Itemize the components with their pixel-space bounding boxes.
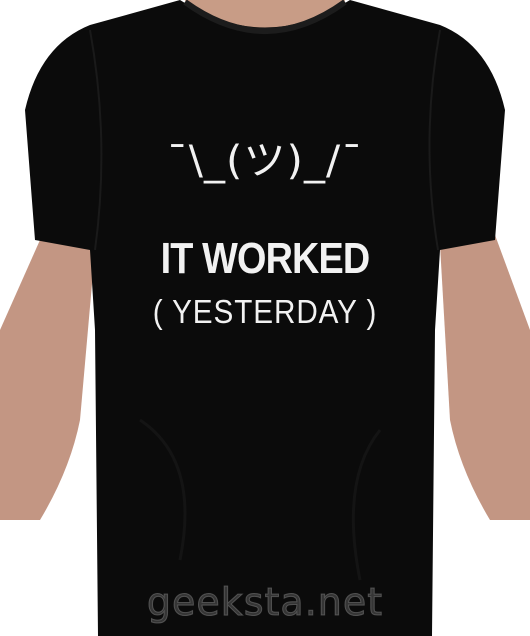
- watermark: geeksta.net: [146, 580, 384, 625]
- shirt-headline: IT WORKED: [160, 234, 371, 283]
- product-photo: ¯\_(ツ)_/¯ IT WORKED ( YESTERDAY ) geekst…: [0, 0, 530, 636]
- shirt-subline: ( YESTERDAY ): [152, 293, 378, 330]
- shrug-emoticon: ¯\_(ツ)_/¯: [166, 138, 364, 184]
